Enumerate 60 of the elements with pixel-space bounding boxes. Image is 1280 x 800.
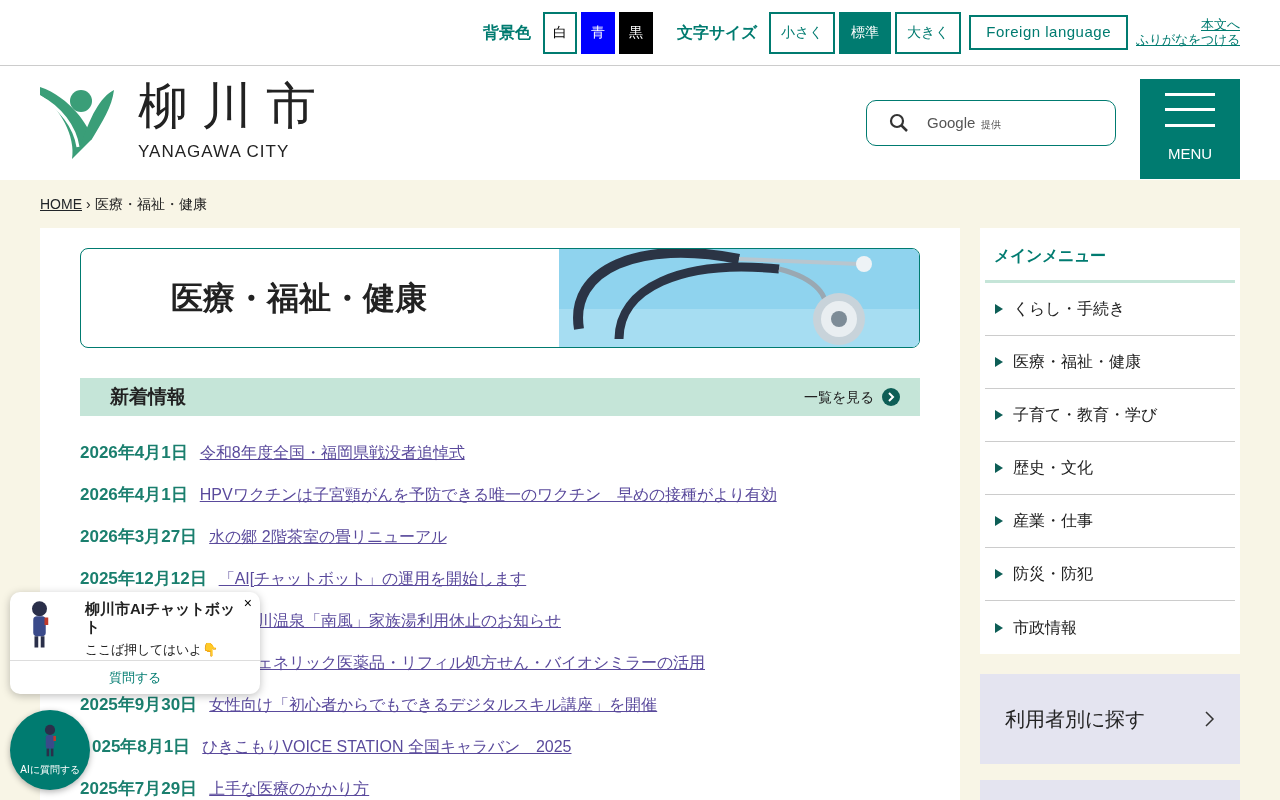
news-link[interactable]: 上手な医療のかかり方 bbox=[209, 777, 370, 800]
news-link[interactable]: 「AI[チャットボット」の運用を開始します bbox=[218, 567, 527, 591]
more-link[interactable]: 一覧を見る bbox=[804, 386, 900, 408]
chat-title: 柳川市AIチャットボット bbox=[85, 600, 236, 636]
banner-title: 医療・福祉・健康 bbox=[170, 279, 427, 318]
breadcrumb-separator: › bbox=[86, 194, 91, 214]
background-color-button[interactable]: 黒 bbox=[619, 11, 654, 54]
chat-message: ここば押してはいよ👇 bbox=[85, 641, 219, 659]
text-size-button[interactable]: 大きく bbox=[895, 11, 962, 54]
search-field[interactable]: Google 提供 bbox=[866, 100, 1116, 146]
menu-item[interactable]: 産業・仕事 bbox=[985, 495, 1235, 548]
news-date: 2026年3月27日 bbox=[80, 526, 198, 549]
news-link[interactable]: ェネリック医薬品・リフィル処方せん・バイオシミラーの活用 bbox=[257, 651, 705, 675]
menu-item[interactable]: 子育て・教育・学び bbox=[985, 389, 1235, 442]
label: 文字サイズ bbox=[677, 22, 758, 43]
user-search-button[interactable]: 利用者別に探す bbox=[980, 674, 1240, 764]
news-link[interactable]: 水の郷 2階茶室の畳リニューアル bbox=[209, 525, 447, 549]
menu-item[interactable]: くらし・手続き bbox=[985, 283, 1235, 336]
menu-item[interactable]: 防災・防犯 bbox=[985, 548, 1235, 601]
logo-text: 柳川市 bbox=[138, 81, 330, 132]
menu-icon bbox=[1165, 92, 1215, 127]
news-heading: 新着情報 bbox=[110, 384, 186, 409]
ask-button[interactable]: 質問する bbox=[10, 660, 260, 694]
menu-heading: メインメニュー bbox=[985, 238, 1235, 283]
menu-button[interactable]: MENU bbox=[1140, 79, 1240, 179]
news-link[interactable]: 川温泉「南風」家族湯利用休止のお知らせ bbox=[257, 609, 561, 633]
skip-link[interactable]: 本文へ bbox=[1201, 18, 1240, 33]
triangle-icon bbox=[995, 622, 1003, 633]
breadcrumb-item: 医療・福祉・健康 bbox=[94, 194, 207, 214]
news-date: 2026年4月1日 bbox=[80, 442, 188, 465]
background-color-button[interactable]: 白 bbox=[543, 11, 578, 54]
breadcrumb-link[interactable]: HOME bbox=[40, 193, 82, 215]
menu-item[interactable]: 市政情報 bbox=[985, 601, 1235, 654]
close-button[interactable]: × bbox=[243, 596, 252, 610]
triangle-icon bbox=[995, 569, 1003, 579]
text-size-button[interactable]: 小さく bbox=[769, 11, 836, 54]
news-date: 2025年12月12日 bbox=[80, 568, 207, 591]
news-date: 025年8月1日 bbox=[92, 736, 191, 759]
triangle-icon bbox=[995, 410, 1003, 420]
triangle-icon bbox=[995, 463, 1003, 473]
search-placeholder: Google 提供 bbox=[927, 112, 1002, 133]
furigana-link[interactable]: ふりがなをつける bbox=[1136, 32, 1240, 47]
triangle-icon bbox=[995, 516, 1003, 526]
triangle-icon bbox=[995, 304, 1003, 314]
menu-item[interactable]: 医療・福祉・健康 bbox=[985, 336, 1235, 389]
menu-item[interactable]: 歴史・文化 bbox=[985, 442, 1235, 495]
logo-icon bbox=[40, 87, 114, 159]
logo-subtitle: YANAGAWA CITY bbox=[138, 141, 291, 164]
search-icon bbox=[889, 113, 909, 133]
news-link[interactable]: 令和8年度全国・福岡県戦没者追悼式 bbox=[199, 441, 465, 465]
triangle-icon bbox=[995, 357, 1003, 367]
background-color-button[interactable]: 青 bbox=[581, 11, 616, 54]
news-link[interactable]: 女性向け「初心者からでもできるデジタルスキル講座」を開催 bbox=[209, 693, 658, 717]
news-date: 2026年4月1日 bbox=[80, 484, 188, 507]
news-link[interactable]: HPVワクチンは子宮頸がんを予防できる唯一のワクチン 早めの接種がより有効 bbox=[199, 483, 777, 507]
chevron-icon bbox=[1205, 711, 1215, 727]
label: 背景色 bbox=[483, 22, 532, 43]
news-link[interactable]: ひきこもりVOICE STATION 全国キャラバン 2025 bbox=[202, 735, 572, 759]
language-button[interactable]: Foreign language bbox=[969, 15, 1128, 50]
text-size-button[interactable]: 標準 bbox=[839, 11, 892, 54]
